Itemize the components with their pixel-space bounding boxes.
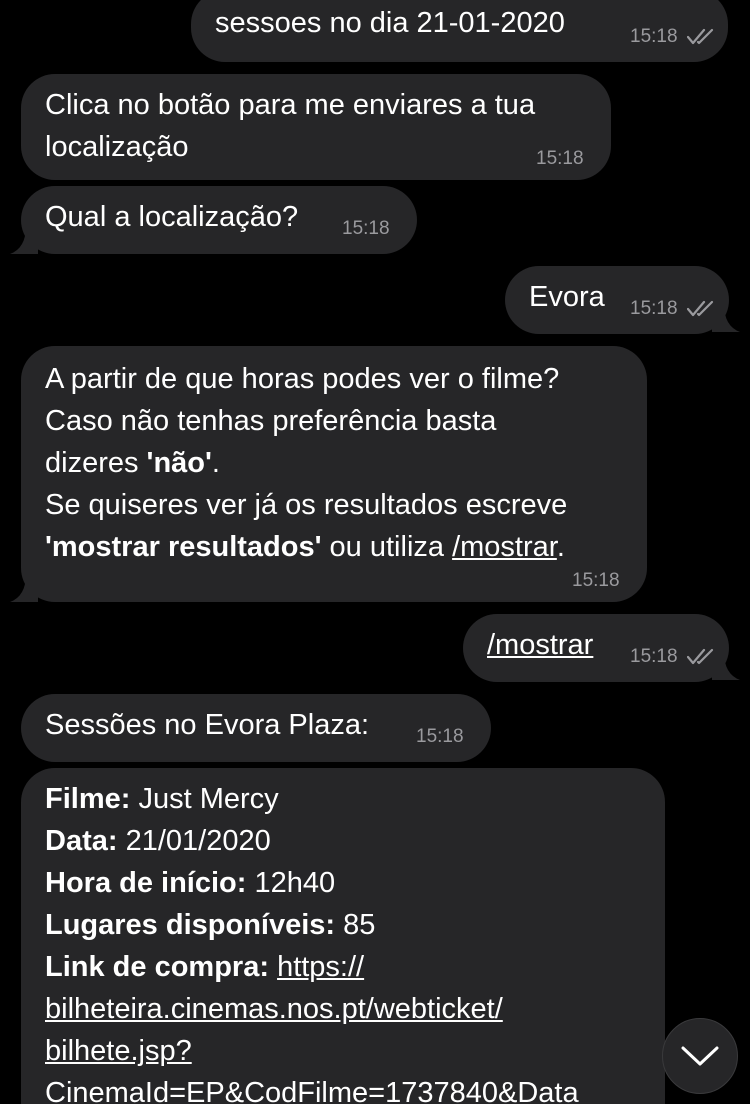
field-label: Link de compra:	[45, 951, 269, 983]
field-label: Lugares disponíveis:	[45, 909, 336, 941]
message-time: 15:18	[536, 148, 584, 169]
double-check-icon	[687, 300, 714, 317]
message-time: 15:18	[630, 298, 678, 319]
scroll-down-button[interactable]	[662, 1018, 738, 1094]
field-value: Just Mercy	[130, 783, 279, 815]
purchase-link[interactable]: CinemaId=EP&CodFilme=1737840&Data	[45, 1072, 579, 1104]
message-text: Evora	[529, 281, 605, 313]
command-link[interactable]: /mostrar	[452, 531, 557, 563]
message-text: Clica no botão para me enviares a tua	[45, 89, 536, 121]
field-value: 85	[335, 909, 376, 941]
bubble-tail	[712, 652, 740, 680]
message-text-part: ou utiliza	[321, 531, 453, 563]
message-text-part: .	[211, 447, 220, 479]
message-time: 15:18	[630, 26, 678, 47]
outgoing-message[interactable]: /mostrar 15:18	[463, 614, 729, 682]
double-check-icon	[687, 648, 714, 665]
message-text: sessoes no dia 21-01-2020	[215, 7, 565, 39]
incoming-message[interactable]: A partir de que horas podes ver o filme?…	[21, 346, 647, 602]
field-value: 21/01/2020	[117, 825, 271, 857]
message-text: Qual a localização?	[45, 201, 299, 233]
message-time: 15:18	[630, 646, 678, 667]
purchase-link[interactable]: bilheteira.cinemas.nos.pt/webticket/	[45, 988, 503, 1030]
incoming-message[interactable]: Qual a localização? 15:18	[21, 186, 417, 254]
field-label: Data:	[45, 825, 118, 857]
field-label: Hora de início:	[45, 867, 247, 899]
message-time: 15:18	[416, 726, 464, 747]
command-link[interactable]: /mostrar	[487, 624, 593, 666]
message-text: Sessões no Evora Plaza:	[45, 709, 370, 741]
chevron-down-icon	[681, 1046, 719, 1066]
bold-text: 'não'	[146, 447, 212, 479]
film-line: Filme: Just Mercy	[45, 778, 279, 820]
outgoing-message[interactable]: Evora 15:18	[505, 266, 729, 334]
outgoing-message[interactable]: sessoes no dia 21-01-2020 15:18	[191, 0, 728, 62]
bubble-tail	[712, 304, 740, 332]
field-value: 12h40	[246, 867, 336, 899]
date-line: Data: 21/01/2020	[45, 820, 271, 862]
message-text: Caso não tenhas preferência basta	[45, 405, 497, 437]
message-text: dizeres 'não'.	[45, 442, 220, 484]
chat-view[interactable]: sessoes no dia 21-01-2020 15:18 Clica no…	[0, 0, 750, 1104]
session-details-message[interactable]: Filme: Just Mercy Data: 21/01/2020 Hora …	[21, 768, 665, 1104]
seats-line: Lugares disponíveis: 85	[45, 904, 375, 946]
bubble-tail	[10, 574, 38, 602]
message-text: 'mostrar resultados' ou utiliza /mostrar…	[45, 526, 565, 568]
message-time: 15:18	[572, 570, 620, 591]
message-text: localização	[45, 131, 189, 163]
start-time-line: Hora de início: 12h40	[45, 862, 335, 904]
field-label: Filme:	[45, 783, 131, 815]
message-text-part: .	[556, 531, 565, 563]
bubble-tail	[10, 226, 38, 254]
incoming-message[interactable]: Clica no botão para me enviares a tua lo…	[21, 74, 611, 180]
message-time: 15:18	[342, 218, 390, 239]
purchase-link[interactable]: bilhete.jsp?	[45, 1030, 192, 1072]
purchase-link-line: Link de compra: https://	[45, 946, 364, 988]
bold-text: 'mostrar resultados'	[45, 531, 322, 563]
double-check-icon	[687, 28, 714, 45]
incoming-message[interactable]: Sessões no Evora Plaza: 15:18	[21, 694, 491, 762]
message-text: A partir de que horas podes ver o filme?	[45, 363, 560, 395]
message-text-part: dizeres	[45, 447, 147, 479]
message-text: Se quiseres ver já os resultados escreve	[45, 489, 568, 521]
purchase-link[interactable]: https://	[277, 951, 364, 983]
